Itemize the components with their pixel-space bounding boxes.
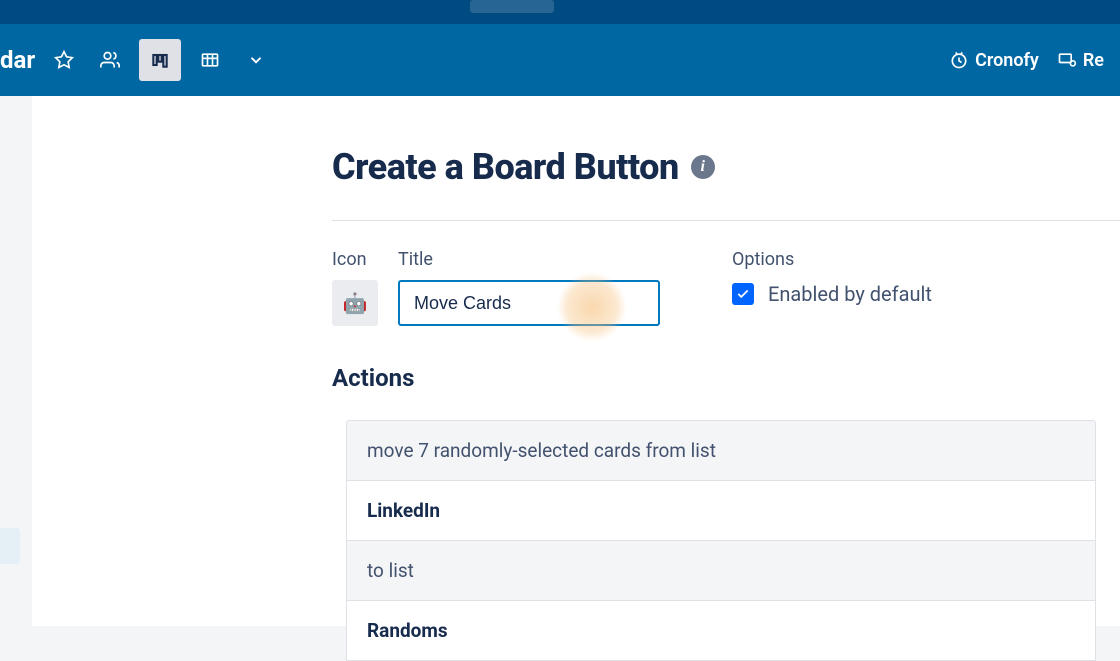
action-block: move 7 randomly-selected cards from list…	[346, 420, 1096, 661]
form-row: Icon 🤖 Title Options Enabled by default	[332, 249, 1120, 326]
content-area: Create a Board Button i Icon 🤖 Title Opt…	[0, 96, 1120, 626]
info-icon[interactable]: i	[691, 155, 715, 179]
members-button[interactable]	[93, 43, 127, 77]
powerup-cronofy[interactable]: Cronofy	[949, 50, 1039, 71]
left-sidebar	[0, 96, 32, 626]
page-title-row: Create a Board Button i	[332, 146, 1120, 188]
actions-heading: Actions	[332, 364, 1120, 392]
action-from-list[interactable]: LinkedIn	[346, 481, 1096, 541]
board-name[interactable]: dar	[0, 46, 35, 74]
star-icon	[54, 50, 74, 70]
title-input[interactable]	[398, 280, 660, 326]
view-switcher-button[interactable]	[239, 43, 273, 77]
enabled-checkbox[interactable]	[732, 283, 754, 305]
action-text-2: to list	[346, 541, 1096, 601]
check-icon	[736, 287, 750, 301]
main-panel: Create a Board Button i Icon 🤖 Title Opt…	[32, 96, 1120, 626]
icon-picker[interactable]: 🤖	[332, 280, 378, 326]
divider	[332, 220, 1120, 221]
page-title: Create a Board Button	[332, 146, 679, 188]
powerup-label: Cronofy	[975, 50, 1039, 71]
chevron-down-icon	[247, 51, 265, 69]
powerup-generic[interactable]: Re	[1057, 50, 1104, 71]
table-icon	[200, 50, 220, 70]
board-header: dar	[0, 24, 1120, 96]
sidebar-expand-tab[interactable]	[0, 528, 20, 564]
table-view-button[interactable]	[193, 43, 227, 77]
enabled-checkbox-row: Enabled by default	[732, 282, 932, 306]
enabled-label: Enabled by default	[768, 282, 932, 306]
device-icon	[1057, 50, 1077, 70]
title-group: Title	[398, 249, 660, 326]
top-banner-highlight	[470, 0, 554, 13]
icon-label: Icon	[332, 249, 378, 270]
people-icon	[100, 50, 120, 70]
action-text-1: move 7 randomly-selected cards from list	[346, 420, 1096, 481]
robot-icon: 🤖	[343, 291, 368, 315]
top-banner	[0, 0, 1120, 24]
options-group: Options Enabled by default	[732, 249, 932, 326]
clock-icon	[949, 50, 969, 70]
star-button[interactable]	[47, 43, 81, 77]
header-left: dar	[16, 39, 273, 81]
title-label: Title	[398, 249, 660, 270]
icon-title-group: Icon 🤖 Title	[332, 249, 660, 326]
board-view-button[interactable]	[139, 39, 181, 81]
powerup-label: Re	[1083, 50, 1104, 71]
icon-group: Icon 🤖	[332, 249, 378, 326]
header-right: Cronofy Re	[949, 50, 1104, 71]
action-to-list[interactable]: Randoms	[346, 601, 1096, 661]
board-icon	[150, 50, 170, 70]
options-label: Options	[732, 249, 932, 270]
